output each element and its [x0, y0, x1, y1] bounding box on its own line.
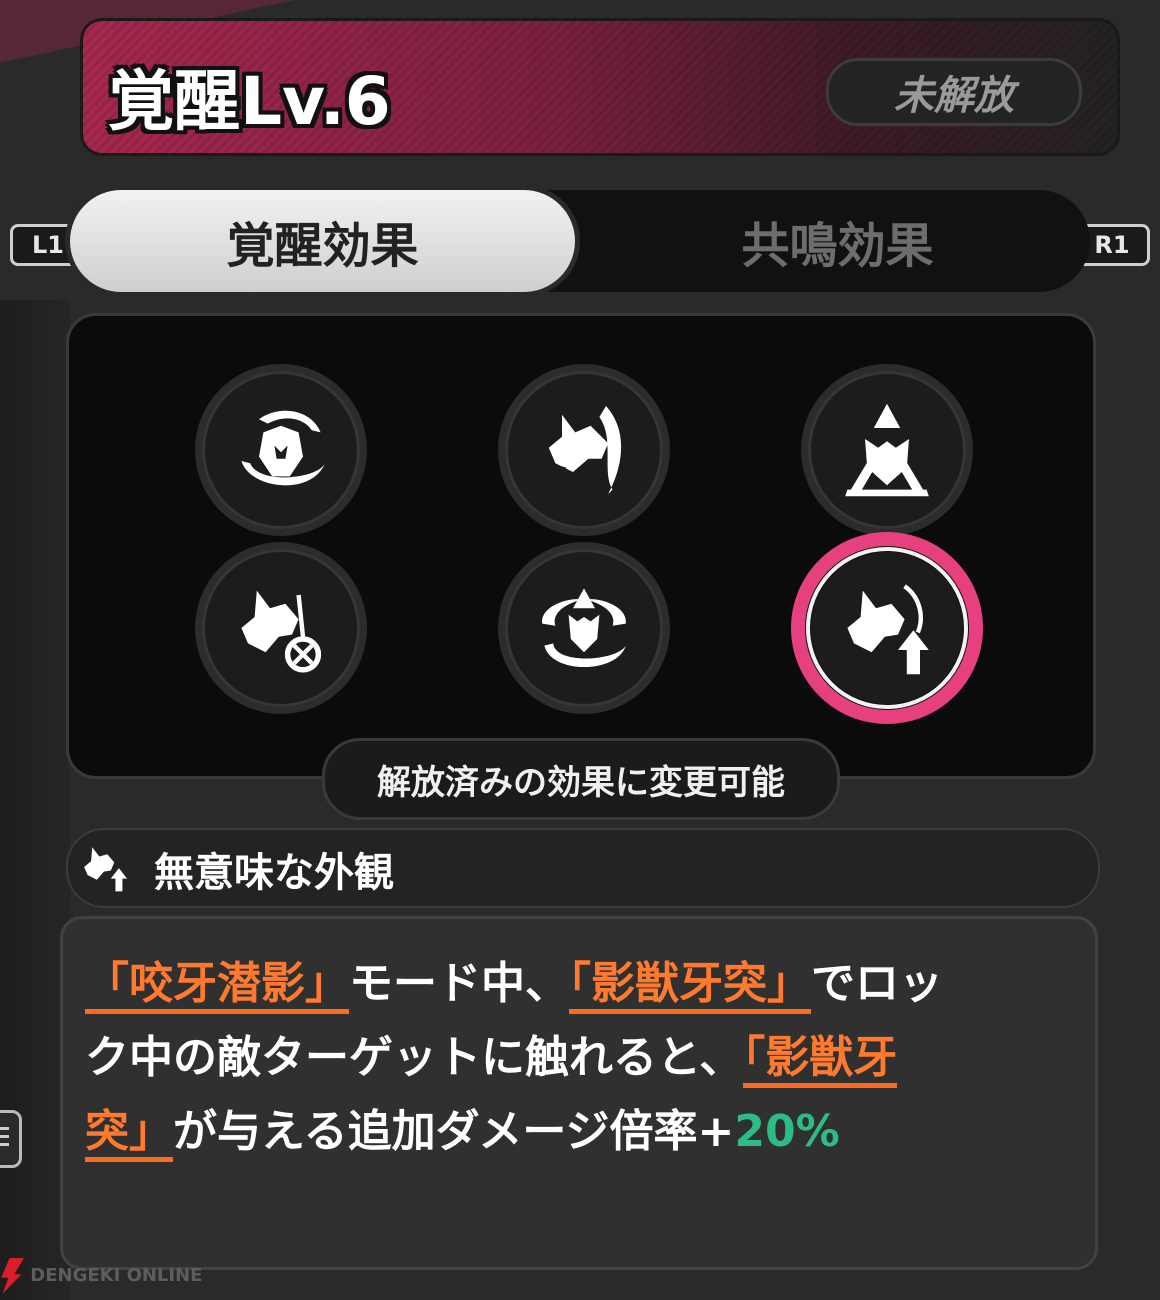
- effect-name: 無意味な外観: [154, 850, 394, 896]
- effect-node-1[interactable]: [202, 371, 360, 529]
- wolf-vortex-icon: [542, 588, 626, 668]
- keyword-link-3b[interactable]: 突」: [85, 1106, 173, 1162]
- wolf-arrow-up-icon: [847, 584, 929, 675]
- keyword-link-3a[interactable]: 「影獣牙: [743, 1032, 898, 1088]
- bonus-value: 20%: [734, 1106, 840, 1157]
- effect-node-3[interactable]: [808, 371, 966, 529]
- unlock-status-badge: 未解放: [826, 58, 1082, 126]
- tab-awakening-effect[interactable]: 覚醒効果: [70, 190, 575, 292]
- effect-node-5[interactable]: [505, 549, 663, 707]
- tab-resonance-effect[interactable]: 共鳴効果: [585, 190, 1090, 292]
- effect-tab-bar: 覚醒効果 共鳴効果: [70, 190, 1090, 292]
- keyword-link-1[interactable]: 「咬牙潜影」: [85, 958, 349, 1014]
- wolf-triangle-icon: [845, 403, 929, 497]
- menu-icon[interactable]: [0, 1110, 22, 1168]
- effect-description-box: 「咬牙潜影」モード中、「影獣牙突」でロッ ク中の敵ターゲットに触れると、「影獣牙突…: [60, 916, 1098, 1270]
- desc-text-3: ク中の敵ターゲットに触れると、: [85, 1032, 744, 1083]
- wolf-arrow-up-icon: [84, 847, 128, 892]
- keyword-link-2[interactable]: 「影獣牙突」: [569, 958, 811, 1014]
- desc-text-2: でロッ: [811, 958, 943, 1009]
- watermark-text: DENGEKI ONLINE: [30, 1265, 203, 1286]
- effect-node-4[interactable]: [202, 549, 360, 707]
- watermark-logo: DENGEKI ONLINE: [0, 1258, 202, 1294]
- effect-icon-panel: [66, 313, 1096, 779]
- wolf-head-claw-icon: [548, 406, 622, 494]
- wolf-target-icon: [241, 590, 322, 673]
- awakening-header: 覚醒Lv.6 未解放: [80, 18, 1120, 156]
- effect-description: 「咬牙潜影」モード中、「影獣牙突」でロッ ク中の敵ターゲットに触れると、「影獣牙突…: [85, 947, 1081, 1169]
- effect-node-6-selected[interactable]: [806, 547, 968, 709]
- desc-text-4: が与える追加ダメージ倍率+: [173, 1106, 735, 1157]
- lightning-logo-icon: [1, 1258, 24, 1294]
- awakening-title: 覚醒Lv.6: [108, 63, 391, 140]
- desc-text-1: モード中、: [349, 958, 569, 1009]
- effect-node-2[interactable]: [505, 371, 663, 529]
- wolf-mask-orbit-icon: [241, 410, 325, 486]
- effect-name-bar: 無意味な外観: [66, 828, 1100, 908]
- changeable-hint-label: 解放済みの効果に変更可能: [322, 738, 840, 820]
